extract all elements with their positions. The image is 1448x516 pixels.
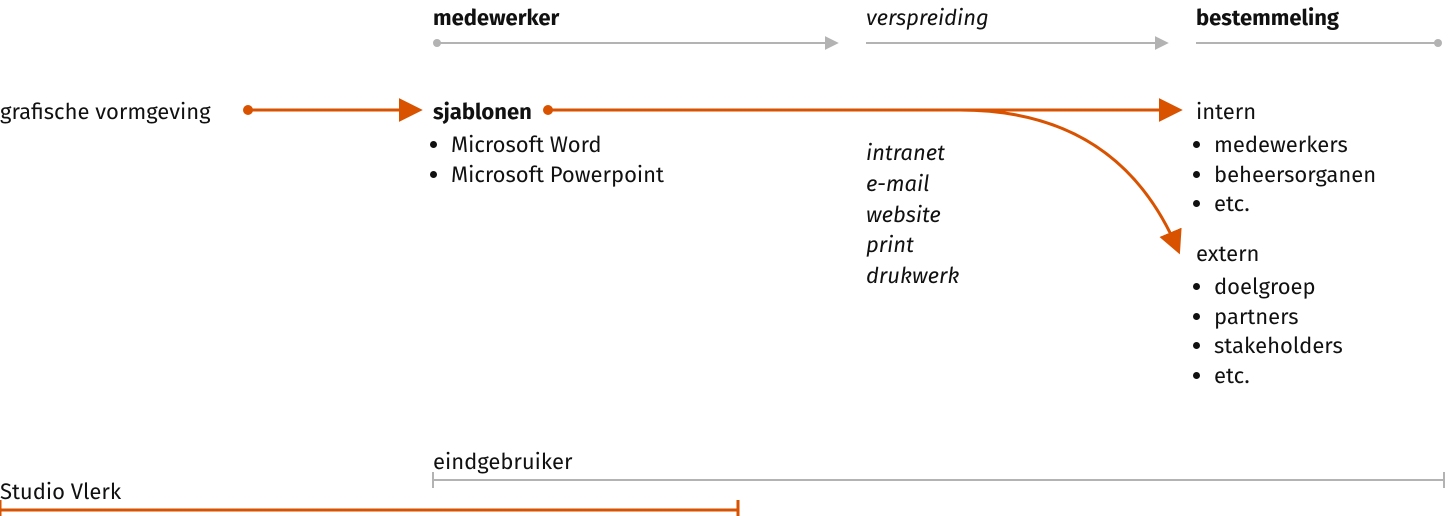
channel-item: print [866,230,959,261]
list-item: medewerkers [1214,130,1376,160]
label-intern: intern [1196,98,1256,125]
channels-list: intranet e-mail website print drukwerk [866,138,959,292]
list-item: etc. [1214,361,1343,391]
channel-item: e-mail [866,169,959,200]
list-item: etc. [1214,189,1376,219]
heading-medewerker: medewerker [433,4,559,31]
label-sjablonen: sjablonen [433,98,532,125]
list-item: partners [1214,302,1343,332]
label-grafische-vormgeving: grafische vormgeving [0,98,211,125]
channel-item: website [866,200,959,231]
heading-bestemmeling: bestemmeling [1196,4,1339,31]
label-extern: extern [1196,240,1259,267]
sjablonen-bullets: Microsoft Word Microsoft Powerpoint [433,130,664,189]
label-eindgebruiker: eindgebruiker [433,448,572,475]
heading-verspreiding: verspreiding [866,4,989,31]
list-item: doelgroep [1214,272,1343,302]
list-item: stakeholders [1214,331,1343,361]
channel-item: intranet [866,138,959,169]
intern-bullets: medewerkers beheersorganen etc. [1196,130,1376,219]
label-studio-vlerk: Studio Vlerk [0,478,121,505]
list-item: beheersorganen [1214,160,1376,190]
channel-item: drukwerk [866,261,959,292]
list-item: Microsoft Powerpoint [451,160,664,190]
extern-bullets: doelgroep partners stakeholders etc. [1196,272,1343,391]
list-item: Microsoft Word [451,130,664,160]
